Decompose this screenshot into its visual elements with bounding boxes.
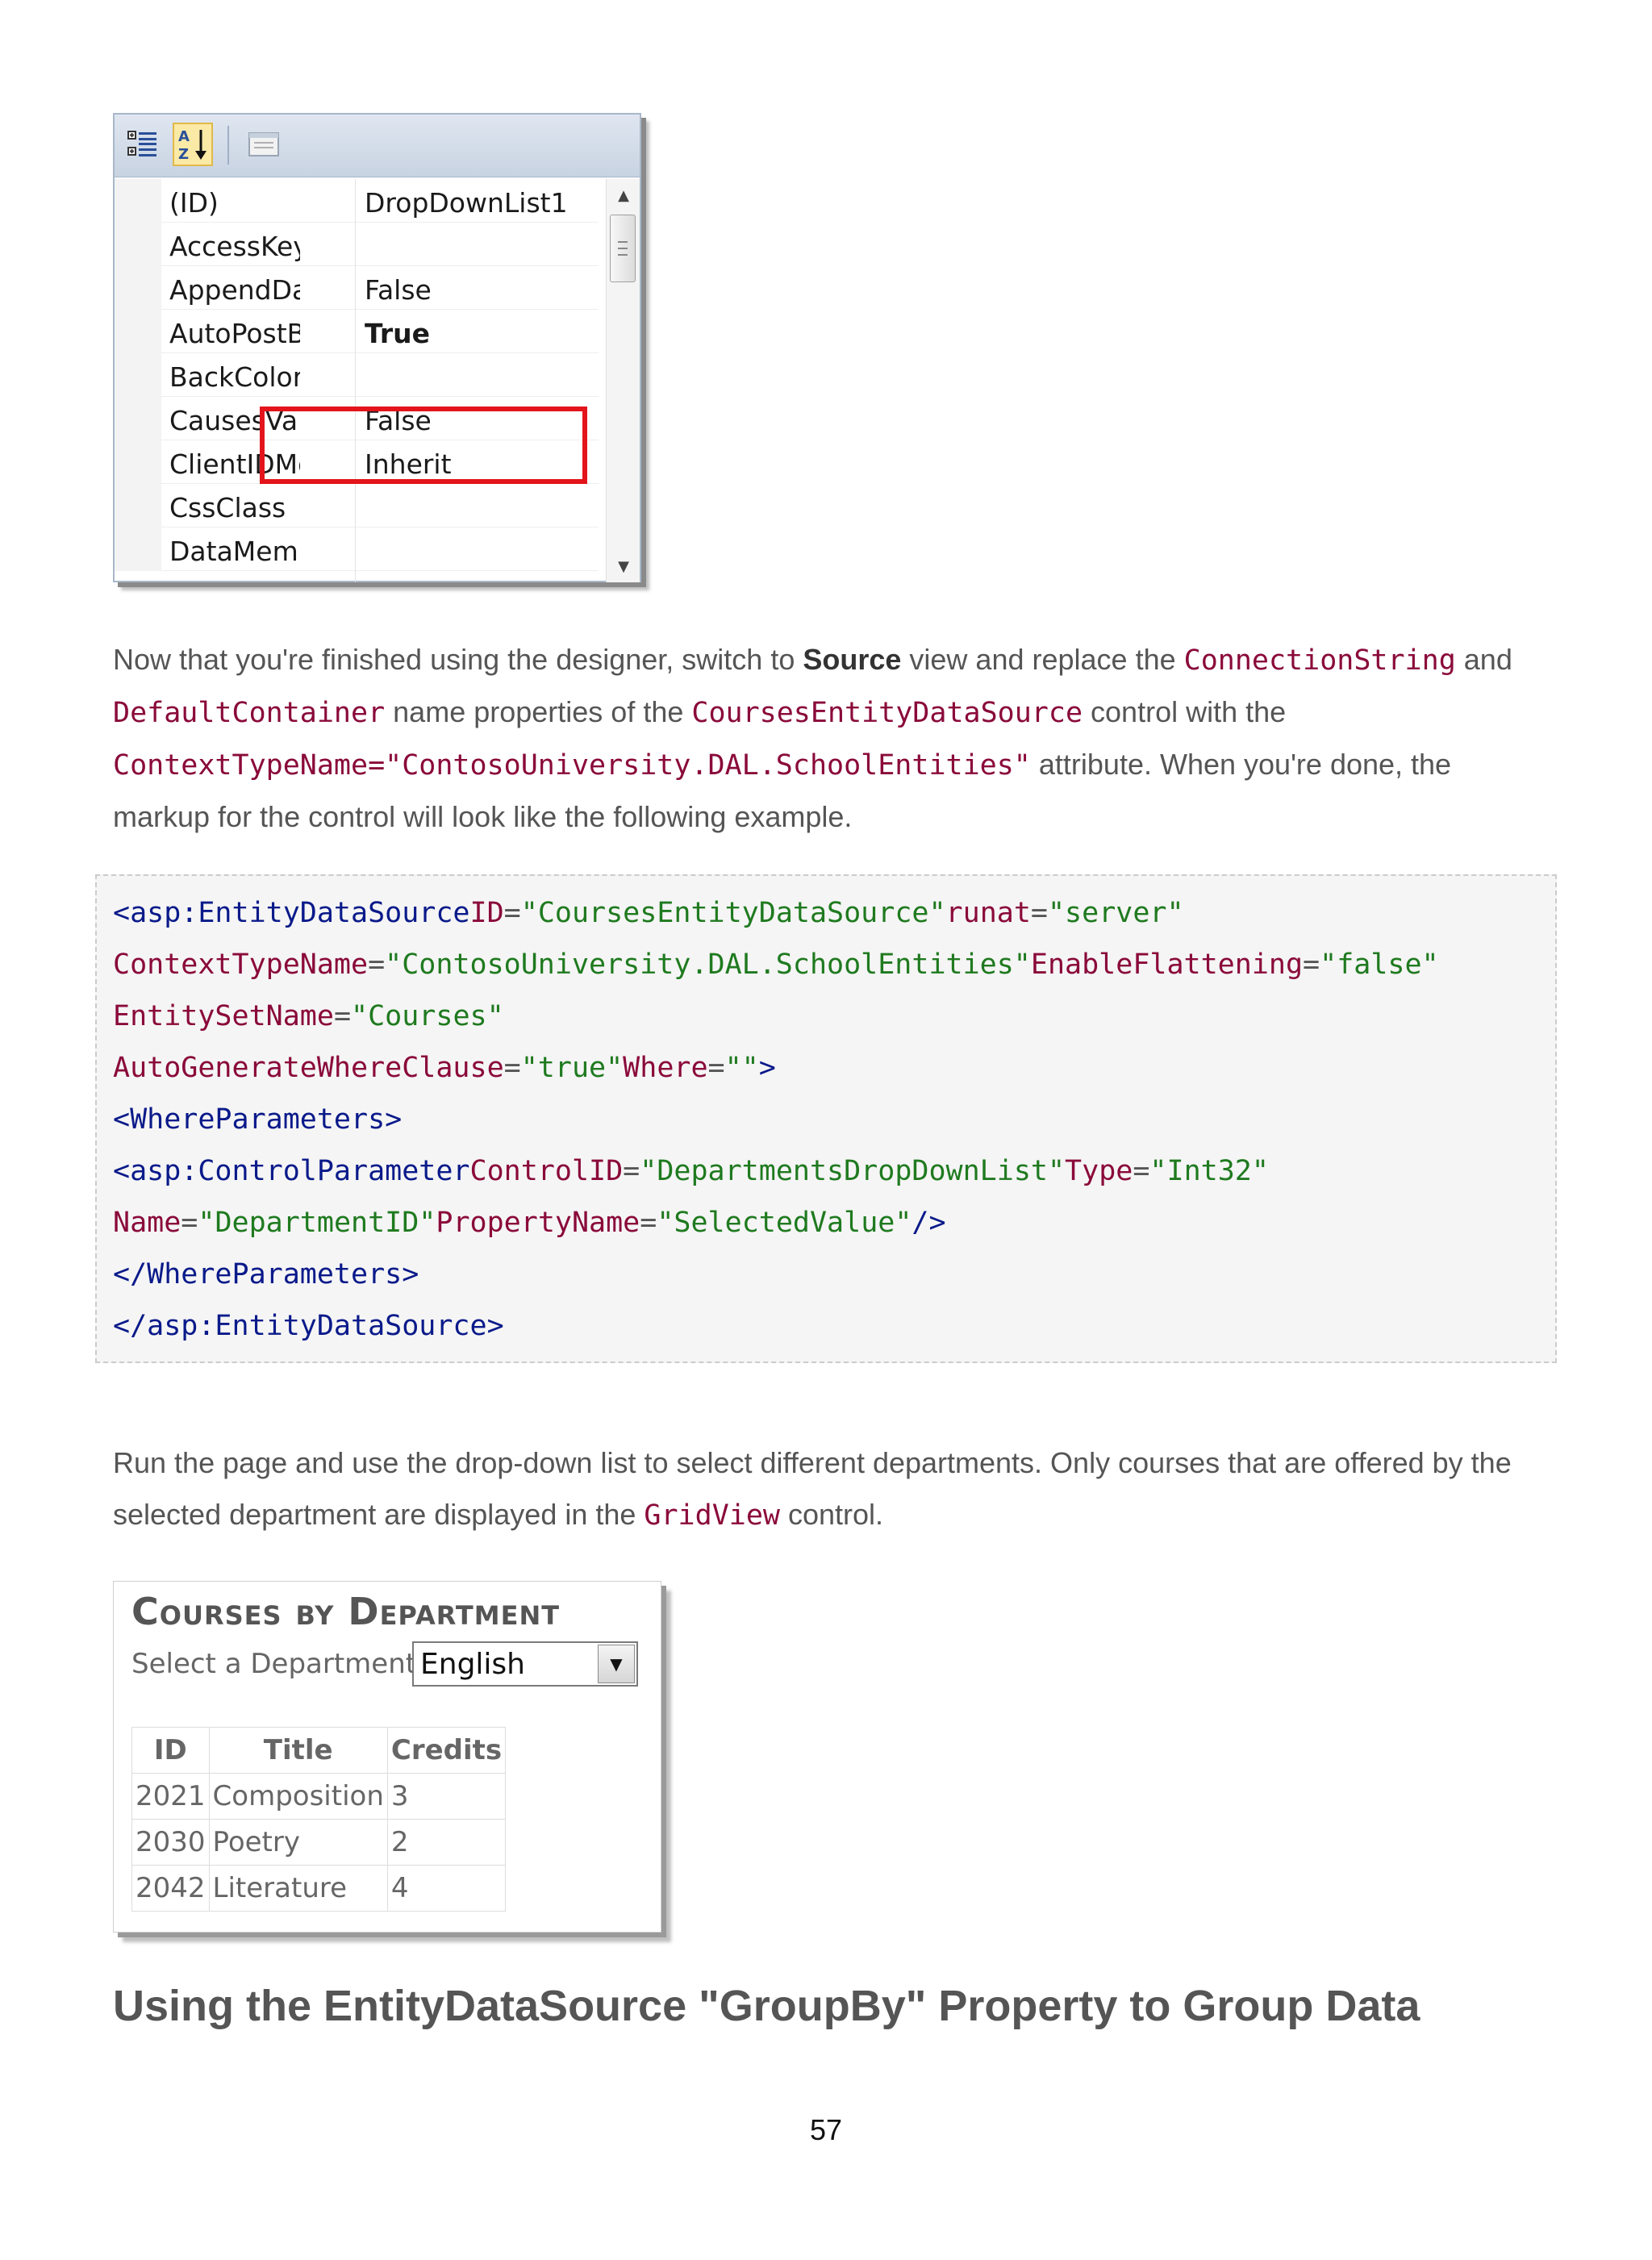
svg-text:A: A — [178, 128, 190, 145]
code-line: <WhereParameters> — [113, 1103, 403, 1136]
alphabetical-button[interactable]: A Z — [173, 123, 213, 166]
inline-code: CoursesEntityDataSource — [691, 697, 1083, 729]
table-row: 2021 Composition 3 — [131, 1773, 507, 1820]
table-row: 2030 Poetry 2 — [131, 1819, 507, 1866]
properties-window: A Z (ID) DropDownList1 AccessKey AppendD… — [113, 113, 641, 582]
department-select-label: Select a Department — [131, 1648, 417, 1680]
course-title: Composition — [208, 1773, 388, 1820]
inline-code: GridView — [644, 1499, 780, 1532]
property-name: CssClass — [169, 492, 286, 523]
page-number: 57 — [809, 2113, 843, 2146]
property-value[interactable]: False — [365, 274, 432, 306]
categorized-icon — [127, 131, 156, 156]
property-pages-icon — [248, 132, 279, 156]
alphabetical-sort-icon: A Z — [178, 128, 206, 162]
property-name: (ID) — [169, 187, 219, 219]
scroll-down-icon[interactable]: ▼ — [607, 550, 640, 582]
property-row-autopostback[interactable]: AutoPostBack True — [115, 310, 599, 353]
instruction-paragraph: Now that you're finished using the desig… — [113, 643, 1512, 833]
property-row[interactable]: AppendDataBo False — [115, 266, 599, 310]
vertical-scrollbar[interactable]: ▲ ▼ — [606, 179, 640, 582]
code-line: </asp:EntityDataSource> — [113, 1310, 504, 1342]
department-dropdown[interactable]: English ▼ — [412, 1641, 638, 1687]
property-row[interactable]: AccessKey — [115, 223, 599, 266]
course-id: 2042 — [131, 1865, 210, 1912]
property-name: AccessKey — [169, 231, 300, 262]
table-row: 2042 Literature 4 — [131, 1865, 507, 1912]
inline-code: DefaultContainer — [113, 697, 386, 729]
scroll-thumb[interactable] — [610, 215, 636, 282]
courses-by-department-screenshot: Courses by Department Select a Departmen… — [113, 1581, 661, 1933]
property-row[interactable]: (ID) DropDownList1 — [115, 179, 599, 223]
property-row[interactable]: CssClass — [115, 484, 599, 527]
run-page-paragraph: Run the page and use the drop-down list … — [113, 1446, 1512, 1532]
autopostback-highlight — [260, 407, 587, 484]
course-credits: 3 — [386, 1773, 507, 1820]
property-row[interactable]: BackColor — [115, 353, 599, 397]
selected-department: English — [420, 1648, 525, 1681]
course-credits: 4 — [386, 1865, 507, 1912]
source-view-term: Source — [803, 643, 902, 676]
column-header-credits: Credits — [386, 1727, 507, 1774]
column-divider — [355, 179, 356, 582]
svg-text:Z: Z — [178, 146, 189, 162]
scroll-up-icon[interactable]: ▲ — [607, 179, 640, 211]
property-value[interactable]: True — [365, 318, 430, 349]
property-row[interactable]: DataMember — [115, 527, 599, 571]
section-heading: Using the EntityDataSource "GroupBy" Pro… — [113, 1982, 1420, 2030]
chevron-down-icon[interactable]: ▼ — [598, 1645, 635, 1683]
course-title: Poetry — [208, 1819, 388, 1866]
course-title: Literature — [208, 1865, 388, 1912]
code-line: Name="DepartmentID"PropertyName="Selecte… — [113, 1207, 946, 1239]
property-name: AppendDataBo — [169, 274, 300, 306]
categorized-button[interactable] — [123, 123, 163, 166]
property-name: DataMember — [169, 536, 300, 567]
course-id: 2021 — [131, 1773, 210, 1820]
code-line: EntitySetName="Courses" — [113, 1000, 504, 1032]
property-name: BackColor — [169, 361, 300, 393]
column-header-id: ID — [131, 1727, 210, 1774]
inline-code: ConnectionString — [1183, 644, 1456, 677]
code-line: <asp:EntityDataSourceID="CoursesEntityDa… — [113, 897, 1184, 929]
property-value[interactable]: DropDownList1 — [365, 187, 568, 219]
code-line: AutoGenerateWhereClause="true"Where=""> — [113, 1052, 776, 1084]
inline-code: ContextTypeName="ContosoUniversity.DAL.S… — [113, 749, 1031, 782]
course-credits: 2 — [386, 1819, 507, 1866]
column-header-title: Title — [208, 1727, 388, 1774]
property-pages-button[interactable] — [244, 123, 284, 166]
course-id: 2030 — [131, 1819, 210, 1866]
code-line: </WhereParameters> — [113, 1258, 419, 1291]
code-line: <asp:ControlParameterControlID="Departme… — [113, 1155, 1269, 1187]
toolbar-separator — [227, 126, 229, 165]
code-block: <asp:EntityDataSourceID="CoursesEntityDa… — [95, 874, 1557, 1363]
code-line: ContextTypeName="ContosoUniversity.DAL.S… — [113, 949, 1439, 981]
page-title: Courses by Department — [131, 1590, 561, 1633]
property-name: AutoPostBack — [169, 318, 300, 349]
properties-toolbar: A Z — [115, 115, 640, 177]
table-header-row: ID Title Credits — [131, 1727, 507, 1774]
courses-grid: ID Title Credits 2021 Composition 3 2030… — [131, 1727, 507, 1912]
